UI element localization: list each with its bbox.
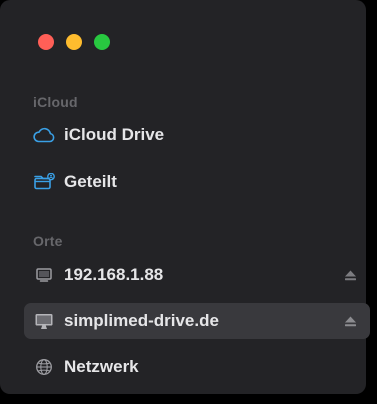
- section-header-orte: Orte: [33, 233, 63, 249]
- sidebar-item-label: Geteilt: [64, 172, 117, 191]
- globe-icon: [33, 357, 55, 377]
- sidebar-item-label: simplimed-drive.de: [64, 311, 219, 330]
- eject-icon[interactable]: [343, 315, 357, 327]
- finder-sidebar: iCloud iCloud Drive Geteilt Orte 192.168…: [0, 0, 370, 394]
- section-header-icloud: iCloud: [33, 94, 78, 110]
- sidebar-item-label: iCloud Drive: [64, 125, 165, 144]
- window-controls: [38, 34, 110, 50]
- cloud-icon: [33, 125, 55, 145]
- sidebar-item-label: Netzwerk: [64, 357, 139, 376]
- zoom-button[interactable]: [94, 34, 110, 50]
- sidebar-item-geteilt[interactable]: Geteilt: [24, 164, 370, 200]
- sidebar-item-netzwerk[interactable]: Netzwerk: [24, 349, 370, 385]
- shared-folder-icon: [33, 172, 55, 192]
- display-icon: [33, 265, 55, 285]
- display-icon: [33, 311, 55, 331]
- sidebar-item-simplimed-drive[interactable]: simplimed-drive.de: [24, 303, 370, 339]
- sidebar-item-label: 192.168.1.88: [64, 265, 164, 284]
- sidebar-item-icloud-drive[interactable]: iCloud Drive: [24, 117, 370, 153]
- sidebar-item-192-168-1-88[interactable]: 192.168.1.88: [24, 257, 370, 293]
- close-button[interactable]: [38, 34, 54, 50]
- minimize-button[interactable]: [66, 34, 82, 50]
- eject-icon[interactable]: [343, 269, 357, 281]
